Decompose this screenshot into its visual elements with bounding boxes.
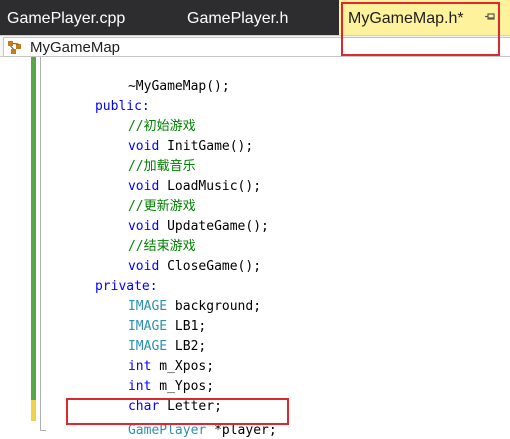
unsaved-changes-indicator [31,400,36,421]
member-decl: *player; [206,423,277,438]
tab-gameplayer-cpp[interactable]: GamePlayer.cpp [7,0,125,35]
code-editor[interactable]: ~MyGameMap(); public: //初始游戏 void InitGa… [0,57,510,439]
code-line: void InitGame(); [81,117,253,154]
code-line: //更新游戏 [81,177,196,214]
code-line: IMAGE background; [81,277,261,314]
saved-changes-indicator [31,57,36,400]
code-line: int m_Xpos; [81,337,214,374]
code-line: int m_Ypos; [81,357,214,394]
highlight-box-tab [341,2,500,56]
code-line: public: [48,77,150,114]
outline-bracket-end [40,430,46,431]
tab-gameplayer-h[interactable]: GamePlayer.h [187,0,288,35]
highlight-box-player-line [66,398,289,425]
code-line: ~MyGameMap(); [81,57,230,94]
code-line: //加载音乐 [81,137,196,174]
code-line: char Letter; [81,377,222,414]
code-line: IMAGE LB1; [81,297,206,334]
code-line: private: [48,257,158,294]
editor-gutter [0,57,27,439]
code-line: IMAGE LB2; [81,317,206,354]
outline-bracket [40,57,41,431]
code-line: //初始游戏 [81,97,196,134]
method-decl: CloseGame(); [159,259,262,274]
code-line: //结束游戏 [81,217,196,254]
type-name: GamePlayer [127,423,207,438]
class-icon [8,41,21,54]
code-line: void LoadMusic(); [81,157,261,194]
scope-label: MyGameMap [30,39,121,56]
code-line: void CloseGame(); [81,237,261,274]
code-line: void UpdateGame(); [81,197,269,234]
